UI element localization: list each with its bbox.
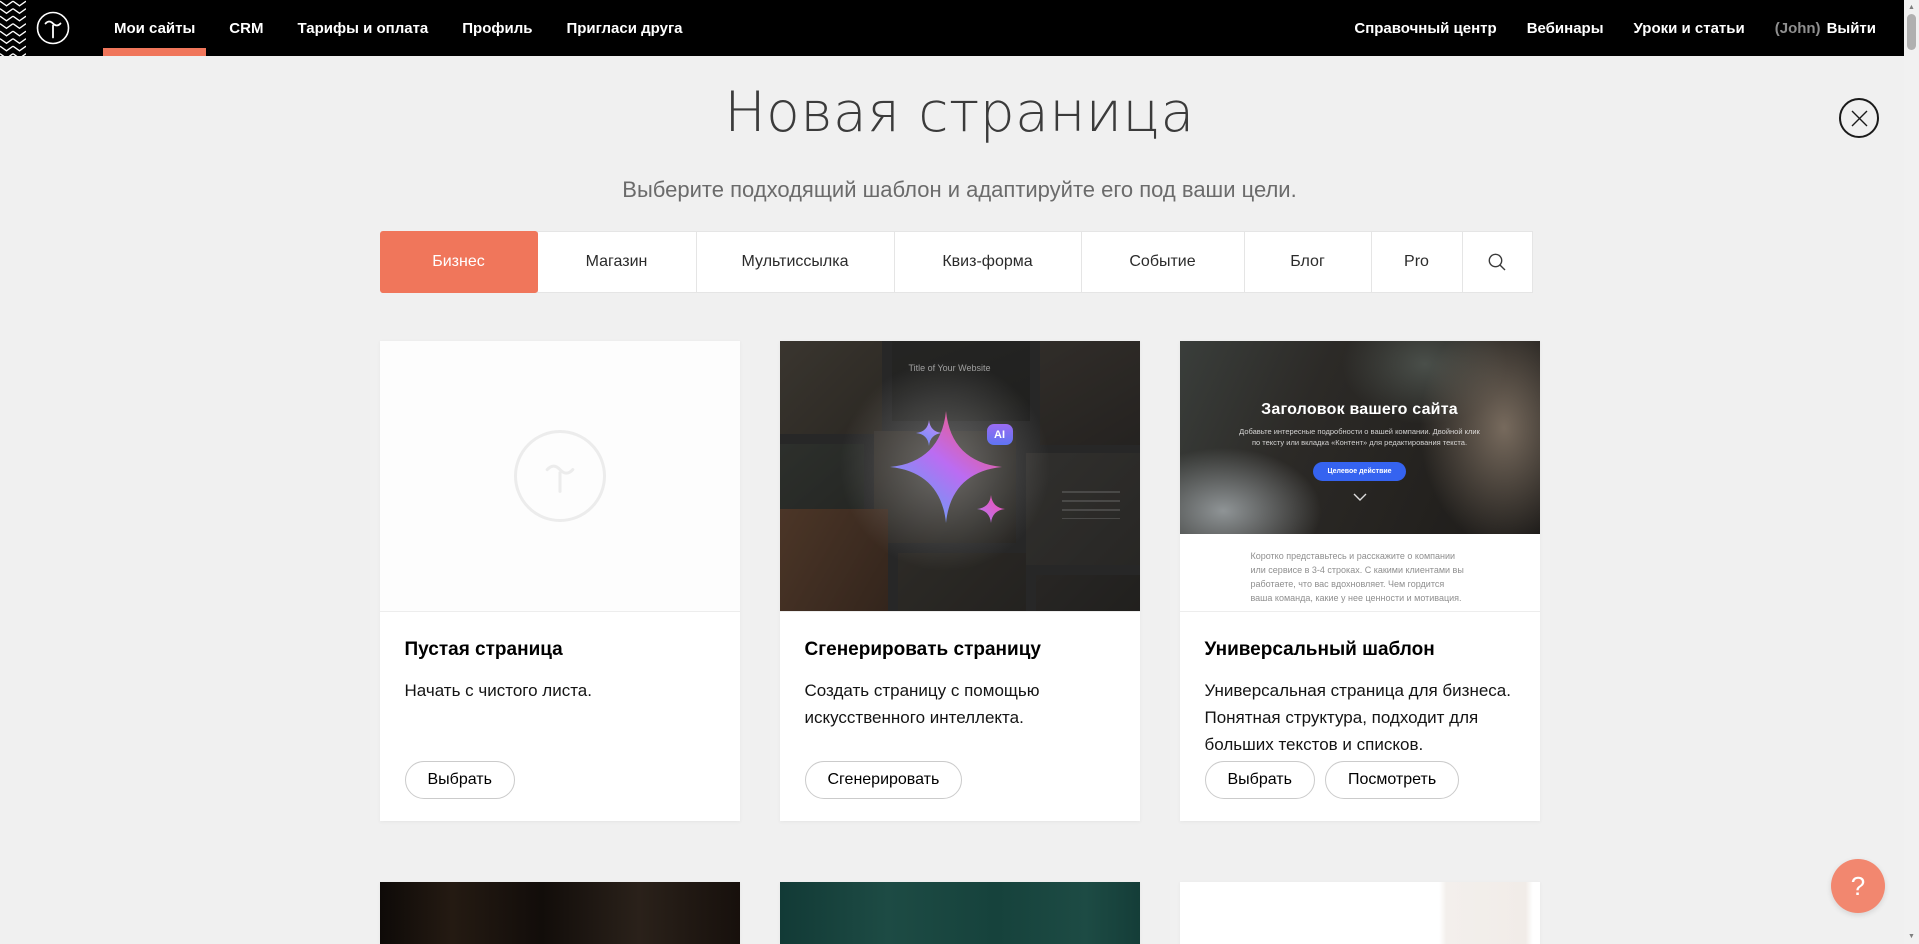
template-category-tabs: Бизнес Магазин Мультиссылка Квиз-форма С… [380,231,1540,293]
tab-blog[interactable]: Блог [1244,231,1372,293]
card-info: Сгенерировать страницу Создать страницу … [780,611,1140,821]
tilda-watermark-icon [514,430,606,522]
template-card-row2-1 [380,882,740,944]
chevron-down-icon [1353,493,1367,501]
nav-item-profile[interactable]: Профиль [445,0,549,56]
scrollbar[interactable]: ▲ ▼ [1904,0,1919,944]
preview-hero: Заголовок вашего сайта Добавьте интересн… [1180,341,1540,534]
tab-business[interactable]: Бизнес [380,231,538,293]
template-card-ai-generate: Title of Your Website [780,341,1140,821]
card-description: Универсальная страница для бизнеса. Поня… [1205,677,1515,759]
nav-item-tutorials[interactable]: Уроки и статьи [1619,0,1760,56]
tab-link-in-bio[interactable]: Мультиссылка [696,231,895,293]
card-description: Создать страницу с помощью искусственног… [805,677,1115,731]
close-button[interactable] [1839,98,1879,138]
card-info: Пустая страница Начать с чистого листа. … [380,611,740,821]
card-title: Сгенерировать страницу [805,639,1115,661]
scrollbar-thumb[interactable] [1907,14,1916,50]
preview-body: Коротко представьтесь и расскажите о ком… [1180,534,1540,611]
tab-store[interactable]: Магазин [537,231,697,293]
nav-item-webinars[interactable]: Вебинары [1512,0,1619,56]
template-preview[interactable] [780,882,1140,944]
tab-pro[interactable]: Pro [1371,231,1463,293]
template-preview[interactable] [380,882,740,944]
nav-item-crm[interactable]: CRM [212,0,280,56]
tilda-logo-icon [35,10,71,46]
universal-template-preview[interactable]: Заголовок вашего сайта Добавьте интересн… [1180,341,1540,611]
search-icon [1487,252,1507,272]
ai-sparkle-small-icon [916,419,942,447]
blank-template-preview[interactable] [380,341,740,611]
nav-item-logout[interactable]: (John) Выйти [1760,0,1891,56]
choose-button[interactable]: Выбрать [405,761,515,799]
tab-event[interactable]: Событие [1081,231,1245,293]
user-name: (John) [1775,20,1821,37]
zigzag-pattern-icon [0,0,26,56]
scrollbar-down-arrow[interactable]: ▼ [1904,929,1919,943]
preview-cta-button: Целевое действие [1313,462,1405,481]
page-title: Новая страница [0,85,1919,140]
preview-hero-subtext: Добавьте интересные подробности о вашей … [1237,427,1482,449]
choose-button[interactable]: Выбрать [1205,761,1315,799]
card-actions: Сгенерировать [805,761,963,799]
nav-item-help-center[interactable]: Справочный центр [1339,0,1511,56]
help-button[interactable]: ? [1831,859,1885,913]
top-navbar: Мои сайты CRM Тарифы и оплата Профиль Пр… [0,0,1904,56]
new-page-modal: Мои сайты CRM Тарифы и оплата Профиль Пр… [0,0,1919,944]
template-card-row2-3 [1180,882,1540,944]
secondary-nav: Справочный центр Вебинары Уроки и статьи… [1339,0,1891,56]
template-card-universal: Заголовок вашего сайта Добавьте интересн… [1180,341,1540,821]
page-subtitle: Выберите подходящий шаблон и адаптируйте… [0,177,1919,203]
logout-label: Выйти [1827,20,1876,37]
card-actions: Выбрать [405,761,515,799]
card-title: Универсальный шаблон [1205,639,1515,661]
scrollbar-up-arrow[interactable]: ▲ [1904,0,1919,14]
template-card-blank: Пустая страница Начать с чистого листа. … [380,341,740,821]
template-preview[interactable] [1180,882,1540,944]
preview-body-text: Коротко представьтесь и расскажите о ком… [1251,550,1469,606]
card-info: Универсальный шаблон Универсальная стран… [1180,611,1540,821]
nav-item-my-sites[interactable]: Мои сайты [97,0,212,56]
template-card-row2-2 [780,882,1140,944]
card-description: Начать с чистого листа. [405,677,715,704]
card-title: Пустая страница [405,639,715,661]
ai-template-preview[interactable]: Title of Your Website [780,341,1140,611]
generate-button[interactable]: Сгенерировать [805,761,963,799]
card-actions: Выбрать Посмотреть [1205,761,1460,799]
tab-quiz-form[interactable]: Квиз-форма [894,231,1082,293]
nav-item-invite-friend[interactable]: Пригласи друга [549,0,699,56]
ai-sparkle-small-icon [977,494,1005,524]
preview-hero-heading: Заголовок вашего сайта [1261,401,1458,419]
main-nav: Мои сайты CRM Тарифы и оплата Профиль Пр… [97,0,700,56]
view-button[interactable]: Посмотреть [1325,761,1459,799]
ai-badge: AI [987,424,1013,445]
nav-item-pricing[interactable]: Тарифы и оплата [280,0,445,56]
template-grid: Пустая страница Начать с чистого листа. … [380,341,1540,944]
tab-search[interactable] [1462,231,1533,293]
tilda-logo[interactable] [35,10,71,46]
close-icon [1851,110,1868,127]
